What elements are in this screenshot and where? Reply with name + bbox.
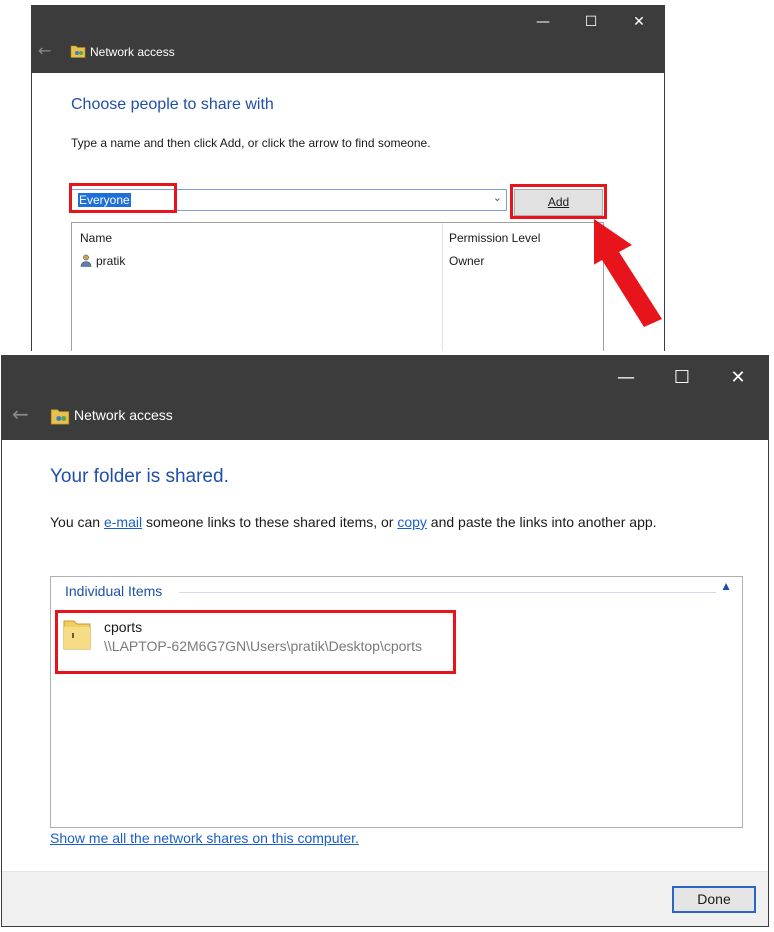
done-button[interactable]: Done <box>672 886 756 913</box>
message-text-2: someone links to these shared items, or <box>142 514 398 530</box>
page-heading: Choose people to share with <box>71 96 274 113</box>
user-icon <box>80 254 92 267</box>
maximize-icon[interactable]: ☐ <box>568 5 614 39</box>
dropdown-arrow-icon[interactable]: ⌄ <box>493 191 502 204</box>
collapse-caret-icon[interactable]: ▲ <box>720 579 732 593</box>
maximize-icon[interactable]: ☐ <box>654 356 710 400</box>
title-bar: — ☐ ✕ ← Network access <box>32 5 664 73</box>
highlight-box-everyone <box>69 183 177 213</box>
minimize-icon[interactable]: — <box>598 356 654 400</box>
column-header-permission[interactable]: Permission Level <box>449 231 540 245</box>
back-arrow-icon[interactable]: ← <box>38 41 51 60</box>
instruction-text: Type a name and then click Add, or click… <box>71 136 431 150</box>
row-permission: Owner <box>449 254 485 268</box>
page-heading: Your folder is shared. <box>50 466 229 487</box>
choose-people-dialog: — ☐ ✕ ← Network access Choose people to … <box>31 5 665 351</box>
back-arrow-icon[interactable]: ← <box>12 402 29 426</box>
show-network-shares-link[interactable]: Show me all the network shares on this c… <box>50 830 359 846</box>
network-folder-icon <box>70 45 86 58</box>
message-text-3: and paste the links into another app. <box>426 514 657 530</box>
people-list[interactable]: Name Permission Level pratik Owner <box>71 222 604 351</box>
title-bar: — ☐ ✕ ← Network access <box>2 356 768 440</box>
group-label: Individual Items <box>65 583 169 599</box>
close-icon[interactable]: ✕ <box>710 356 766 400</box>
dialog-footer: Done <box>2 871 768 926</box>
row-name[interactable]: pratik <box>96 254 125 268</box>
highlight-box-shared-item <box>55 610 456 674</box>
message-text-1: You can <box>50 514 104 530</box>
highlight-box-add <box>510 184 607 219</box>
share-message: You can e-mail someone links to these sh… <box>50 514 657 530</box>
column-separator <box>442 223 443 351</box>
close-icon[interactable]: ✕ <box>616 5 662 39</box>
email-link[interactable]: e-mail <box>104 514 142 530</box>
copy-link[interactable]: copy <box>397 514 427 530</box>
column-header-name[interactable]: Name <box>80 231 112 245</box>
red-arrow-icon <box>594 219 662 327</box>
window-title: Network access <box>90 45 175 59</box>
folder-shared-dialog: — ☐ ✕ ← Network access Your folder is sh… <box>1 355 769 927</box>
network-folder-icon <box>50 409 70 425</box>
group-divider <box>179 592 716 593</box>
window-title: Network access <box>74 407 173 423</box>
minimize-icon[interactable]: — <box>520 5 566 39</box>
